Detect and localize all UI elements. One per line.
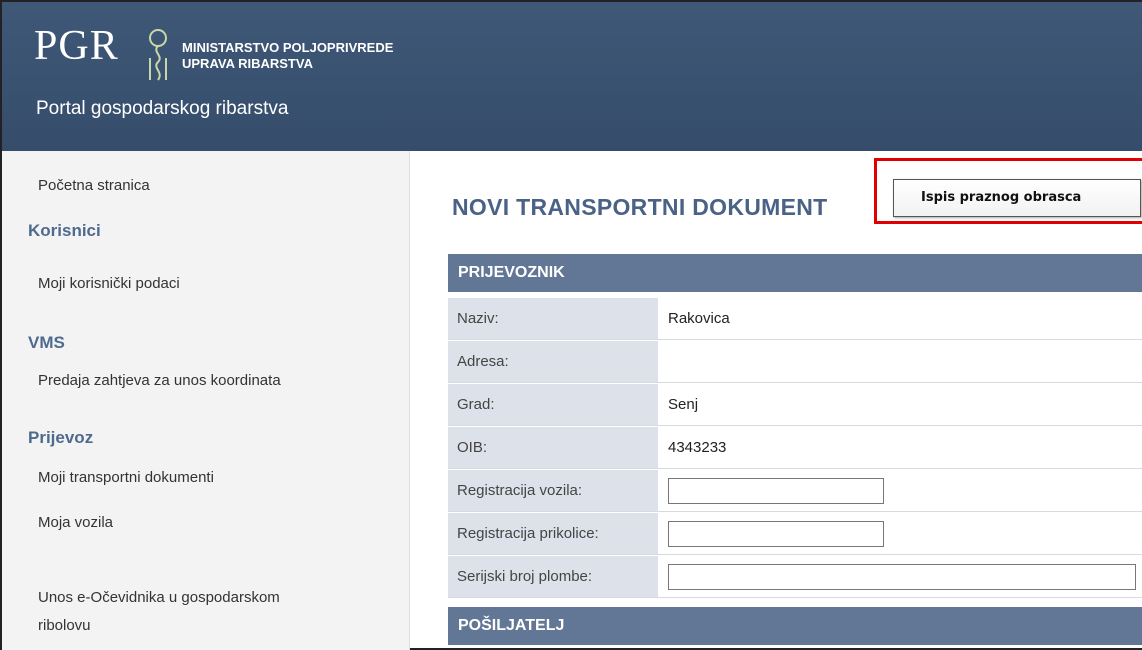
sidebar-section-transport: Prijevoz	[28, 428, 94, 447]
field-row-city: Grad: Senj	[448, 384, 1142, 426]
ministry-line-1: MINISTARSTVO POLJOPRIVREDE	[182, 40, 394, 55]
sidebar-item-home[interactable]: Početna stranica	[38, 177, 150, 194]
field-row-address: Adresa:	[448, 341, 1142, 383]
field-value: 4343233	[668, 439, 727, 456]
field-label: Registracija vozila:	[448, 470, 658, 511]
sidebar: Početna stranica Korisnici Moji korisnič…	[2, 151, 410, 650]
field-row-name: Naziv: Rakovica	[448, 298, 1142, 340]
trailer-registration-input[interactable]	[668, 521, 884, 547]
sidebar-item-coord-request[interactable]: Predaja zahtjeva za unos koordinata	[38, 372, 281, 389]
carrier-section-header: PRIJEVOZNIK	[448, 254, 1142, 292]
portal-title: Portal gospodarskog ribarstva	[36, 98, 289, 119]
field-label: Serijski broj plombe:	[448, 556, 658, 597]
field-row-oib: OIB: 4343233	[448, 427, 1142, 469]
field-row-trailer-reg: Registracija prikolice:	[448, 513, 1142, 555]
logbook-line-1: Unos e-Očevidnika u gospodarskom	[38, 589, 280, 606]
field-label: Grad:	[448, 384, 658, 425]
field-label: Registracija prikolice:	[448, 513, 658, 554]
ministry-name: MINISTARSTVO POLJOPRIVREDE UPRAVA RIBARS…	[182, 40, 393, 72]
field-row-seal-number: Serijski broj plombe:	[448, 556, 1142, 598]
field-value: Rakovica	[668, 310, 730, 327]
field-row-vehicle-reg: Registracija vozila:	[448, 470, 1142, 512]
logbook-line-2: ribolovu	[38, 617, 91, 634]
field-label: Naziv:	[448, 298, 658, 339]
print-blank-form-button[interactable]: Ispis praznog obrasca	[893, 179, 1141, 217]
page-title: NOVI TRANSPORTNI DOKUMENT	[452, 194, 828, 220]
sidebar-section-vms: VMS	[28, 333, 65, 352]
logo-text: PGR	[34, 23, 119, 69]
ministry-line-2: UPRAVA RIBARSTVA	[182, 56, 313, 71]
field-label: OIB:	[448, 427, 658, 468]
vehicle-registration-input[interactable]	[668, 478, 884, 504]
site-header: PGR MINISTARSTVO POLJOPRIVREDE UPRAVA RI…	[2, 2, 1142, 151]
sidebar-section-users: Korisnici	[28, 221, 101, 240]
seal-number-input[interactable]	[668, 564, 1136, 590]
sidebar-item-my-vehicles[interactable]: Moja vozila	[38, 514, 113, 531]
sidebar-item-transport-docs[interactable]: Moji transportni dokumenti	[38, 469, 214, 486]
sidebar-item-my-user-data[interactable]: Moji korisnički podaci	[38, 275, 180, 292]
field-label: Adresa:	[448, 341, 658, 382]
sidebar-item-logbook[interactable]: Unos e-Očevidnika u gospodarskom ribolov…	[38, 584, 280, 640]
sender-section-header: POŠILJATELJ	[448, 607, 1142, 645]
ministry-emblem-icon	[149, 29, 167, 81]
field-value: Senj	[668, 396, 699, 413]
